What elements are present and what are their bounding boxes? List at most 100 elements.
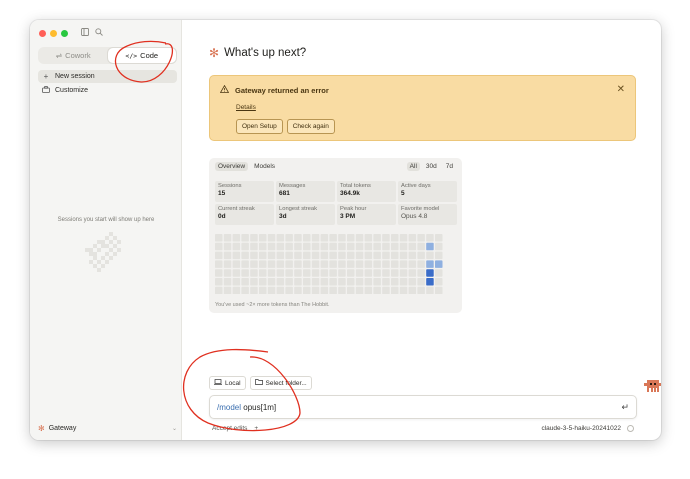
heatmap-cell [364, 242, 373, 251]
heatmap-cell [417, 278, 425, 286]
heatmap-cell [399, 251, 408, 260]
heatmap-cell [329, 278, 337, 286]
gateway-selector[interactable]: ✻ Gateway ⌄ [38, 424, 177, 433]
sidebar-item-customize[interactable]: Customize [38, 84, 177, 97]
heatmap-cell [408, 269, 417, 277]
sidebar-item-new-session[interactable]: + New session [38, 70, 177, 83]
heatmap-cell [408, 286, 417, 295]
heatmap-cell [276, 260, 285, 268]
heatmap-cell [223, 269, 232, 277]
stat-total-tokens: Total tokens 364.9k [337, 181, 396, 202]
heatmap-cell [232, 251, 241, 260]
cowork-label: Cowork [65, 51, 91, 60]
range-7d[interactable]: 7d [443, 162, 456, 171]
heatmap-cell [435, 278, 443, 286]
open-setup-button[interactable]: Open Setup [236, 119, 283, 134]
heatmap-cell [215, 278, 223, 286]
heatmap-cell [435, 251, 443, 260]
heatmap-cell [391, 234, 399, 242]
model-selector[interactable]: claude-3-5-haiku-20241022 [541, 425, 621, 432]
close-icon[interactable]: ✕ [617, 84, 625, 95]
mode-toggle: ⇌ Cowork </> Code [38, 47, 177, 64]
window-controls [39, 30, 68, 37]
heatmap-cell [329, 251, 337, 260]
heatmap-cell [285, 286, 293, 295]
heatmap-cell [435, 260, 443, 268]
heatmap-cell [373, 269, 381, 277]
heatmap-cell [215, 286, 223, 295]
code-icon: </> [125, 51, 138, 60]
check-again-button[interactable]: Check again [286, 119, 335, 134]
heatmap-cell [338, 269, 346, 277]
range-30d[interactable]: 30d [423, 162, 440, 171]
stat-value: 3d [279, 213, 287, 220]
select-folder-chip[interactable]: Select folder... [249, 376, 312, 390]
heatmap-cell [311, 286, 320, 295]
heatmap-cell [285, 242, 293, 251]
heatmap-cell [329, 242, 337, 251]
cowork-icon: ⇌ [55, 51, 63, 60]
stat-longest-streak: Longest streak 3d [276, 204, 335, 225]
heatmap-cell [364, 278, 373, 286]
heatmap-cell [259, 242, 267, 251]
heatmap-cell [435, 234, 443, 242]
stat-value: 364.9k [340, 190, 360, 197]
stat-messages: Messages 681 [276, 181, 335, 202]
enter-icon[interactable]: ↵ [621, 402, 629, 413]
stats-view-tabs: Overview Models [215, 162, 278, 171]
tab-models[interactable]: Models [251, 162, 278, 171]
heatmap-cell [223, 260, 232, 268]
code-tab[interactable]: </> Code [107, 48, 176, 63]
heatmap-cell [347, 242, 355, 251]
details-link[interactable]: Details [236, 104, 256, 111]
search-icon[interactable] [95, 28, 103, 38]
heatmap-cell [241, 260, 249, 268]
composer-footer: Accept edits + [212, 425, 258, 432]
heatmap-cell [303, 251, 311, 260]
heatmap-cell [338, 242, 346, 251]
heatmap-cell [355, 260, 364, 268]
heatmap-cell [276, 234, 285, 242]
close-window-button[interactable] [39, 30, 46, 37]
gateway-label: Gateway [48, 425, 77, 432]
heatmap-cell [250, 251, 258, 260]
local-label: Local [225, 379, 241, 387]
error-title: Gateway returned an error [235, 85, 329, 95]
heatmap-cell [364, 260, 373, 268]
heatmap-cell [408, 278, 417, 286]
heatmap-cell [391, 242, 399, 251]
heatmap-cell [311, 234, 320, 242]
minimize-window-button[interactable] [50, 30, 57, 37]
chevron-updown-icon: ⌄ [171, 426, 177, 432]
heatmap-cell [355, 269, 364, 277]
error-banner: Gateway returned an error ✕ Details Open… [209, 75, 636, 141]
heatmap-cell [276, 251, 285, 260]
heatmap-cell [267, 251, 276, 260]
tab-overview[interactable]: Overview [215, 162, 249, 171]
heatmap-cell [311, 242, 320, 251]
stat-sessions: Sessions 15 [215, 181, 274, 202]
local-chip[interactable]: Local [209, 376, 246, 390]
code-label: Code [140, 51, 159, 60]
cowork-tab[interactable]: ⇌ Cowork [39, 48, 108, 63]
command-argument: opus[1m] [243, 403, 277, 412]
heatmap-cell [223, 242, 232, 251]
add-button[interactable]: + [254, 425, 258, 432]
sidebar-toggle-icon[interactable] [81, 28, 89, 38]
heatmap-cell [276, 242, 285, 251]
maximize-window-button[interactable] [61, 30, 68, 37]
heatmap-cell [373, 260, 381, 268]
heatmap-cell [294, 278, 302, 286]
heatmap-cell [355, 234, 364, 242]
range-all[interactable]: All [406, 162, 420, 171]
heatmap-cell [391, 286, 399, 295]
accept-edits-toggle[interactable]: Accept edits [212, 425, 247, 432]
heatmap-cell [417, 234, 425, 242]
sessions-empty-text: Sessions you start will show up here [57, 217, 155, 223]
error-actions: Open Setup Check again [236, 119, 335, 134]
sidebar: ⇌ Cowork </> Code + New session Customiz… [30, 20, 182, 440]
heatmap-cell [426, 242, 434, 251]
heatmap-cell [417, 286, 425, 295]
slash-command: /model [217, 403, 242, 412]
prompt-input[interactable]: /model opus[1m] ↵ [209, 395, 637, 419]
